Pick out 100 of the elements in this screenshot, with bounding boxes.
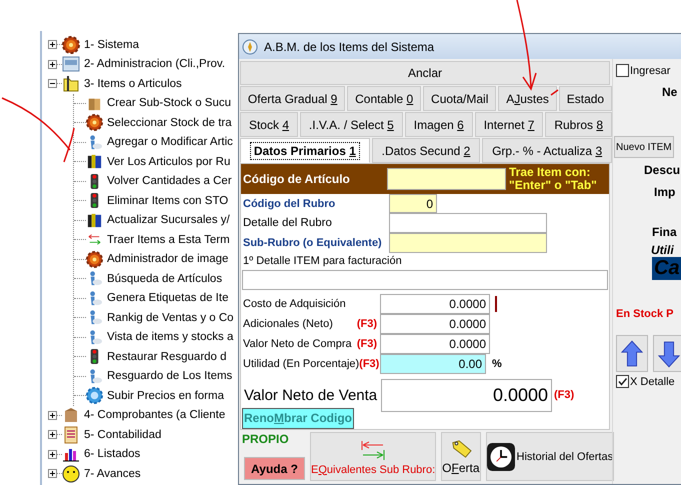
field-label: Descu [644,163,680,177]
expand-icon[interactable] [48,469,57,478]
field-label: Sub-Rubro (o Equivalente) [242,237,383,250]
field-label: Código de Artículo [242,172,351,186]
item-detail-field[interactable] [242,270,608,290]
tree-item[interactable]: Seleccionar Stock de tra [107,116,232,129]
offer-button[interactable]: OFerta [441,432,481,481]
tree-item[interactable]: Eliminar Items con STO [107,194,228,207]
shortcut-hint: (F3) [554,389,576,402]
tree-item[interactable]: 1- Sistema [84,38,139,51]
window-icon [62,55,80,74]
tree-item[interactable]: Volver Cantidades a Cer [107,175,232,188]
tab[interactable]: .Datos Secund 2 [372,138,480,163]
field-label: Costo de Adquisición [243,298,346,310]
collapse-icon[interactable] [48,79,57,88]
sub-rubro-field[interactable] [389,233,547,254]
field-label: Fina [652,225,677,239]
field-label: Adicionales (Neto) [243,318,333,330]
gear-icon [86,387,103,404]
field-label: Valor Neto de Compra [243,338,352,350]
shortcut-hint: (F3) [359,358,380,370]
field-label: Utilidad (En Porcentaje) [243,358,360,370]
tab[interactable]: Oferta Gradual 9 [240,86,346,111]
tab[interactable]: Cuota/Mail [423,86,496,111]
annotation-mark [550,89,558,96]
amount-field[interactable]: 0.0000 [380,314,490,334]
move-down-button[interactable] [653,335,681,372]
compass-icon [242,38,258,54]
checkbox[interactable] [616,64,629,77]
expand-icon[interactable] [48,40,57,50]
window-title: A.B.M. de los Items del Sistema [264,40,434,54]
tab[interactable]: Internet 7 [474,112,544,137]
sale-value-field[interactable]: 0.0000 [381,378,552,412]
folder-icon [62,74,80,93]
price-display: Ca [652,257,681,280]
tab[interactable]: Datos Primarios 1 [240,138,370,163]
expand-icon[interactable] [48,60,57,69]
clock-icon [486,442,515,470]
ledger-icon [62,426,80,444]
tree-item[interactable]: Rankig de Ventas y o Co [107,312,234,324]
expand-icon[interactable] [48,430,57,440]
tree-item[interactable]: Traer Items a Esta Term [107,234,230,246]
tab[interactable]: Grp.- % - Actualiza 3 [482,138,612,163]
field-label: Código del Rubro [242,198,336,210]
amount-field[interactable]: 0.00 [380,354,486,374]
tree-item[interactable]: Búsqueda de Artículos [107,272,222,285]
tree-item[interactable]: 5- Contabilidad [84,428,162,441]
offer-history-button[interactable]: Historial del Ofertas [486,432,614,481]
up-arrow-icon [621,340,643,368]
gear-icon [86,250,103,268]
field-label: Imp [654,185,676,199]
article-code-field[interactable] [387,168,506,190]
smiley-icon [62,464,80,483]
tree-item[interactable]: 4- Comprobantes (a Cliente [84,409,226,422]
help-button[interactable]: Ayuda ? [244,457,305,480]
tree-item[interactable]: Restaurar Resguardo d [107,350,227,363]
tab[interactable]: Contable 0 [347,86,422,111]
expand-icon[interactable] [48,410,57,420]
tree-item[interactable]: Agregar o Modificar Artic [107,136,233,148]
anchor-button[interactable]: Anclar [240,61,610,85]
tree-item[interactable]: 6- Listados [84,448,140,460]
field-label: Detalle del Rubro [242,217,333,230]
tree-item[interactable]: 3- Items o Articulos [84,78,182,90]
unit-label: % [492,358,502,370]
checkbox[interactable] [616,375,629,388]
rubro-detail-field[interactable] [389,213,547,234]
tree-item[interactable]: Resguardo de Los Items [107,370,232,382]
gear-icon [86,114,103,132]
hint-text: Trae Item con: "Enter" o "Tab" [509,166,597,192]
tab[interactable]: .I.V.A. / Select 5 [300,112,403,137]
new-item-button[interactable]: Nuevo ITEM [614,136,674,158]
shortcut-hint: (F3) [356,318,378,330]
amount-field[interactable]: 0.0000 [380,294,490,314]
tab[interactable]: Stock 4 [240,112,298,137]
tree-item[interactable]: Crear Sub-Stock o Sucu [107,97,232,110]
rubro-code-field[interactable]: 0 [389,194,437,214]
field-label: 1º Detalle ITEM para facturación [242,255,403,270]
package-icon [62,406,80,424]
tag-icon [450,438,472,458]
cursor-mark [495,296,497,312]
expand-icon[interactable] [48,450,57,459]
move-up-button[interactable] [616,335,648,372]
tree-item[interactable]: 2- Administracion (Cli.,Prov. [84,58,226,70]
stock-alert-text: En Stock P [616,308,674,320]
tree-item[interactable]: Vista de items y stocks a [107,331,234,344]
tree-item[interactable]: Genera Etiquetas de Ite [107,292,228,304]
books-icon [86,153,103,170]
tab[interactable]: Estado [558,86,612,111]
tree-item[interactable]: Ver Los Articulos por Ru [107,156,230,168]
tree-item[interactable]: Administrador de image [107,253,228,266]
tab[interactable]: AJustes [498,86,557,111]
tab[interactable]: Rubros 8 [545,112,612,137]
amount-field[interactable]: 0.0000 [380,334,490,354]
equivalents-button[interactable]: EQuivalentes Sub Rubro: [310,432,436,481]
tree-item[interactable]: Actualizar Sucursales y/ [107,214,230,226]
tree-item[interactable]: Subir Precios en forma [107,390,224,402]
tree-item[interactable]: 7- Avances [84,468,141,480]
checkbox-label: X Detalle [630,376,675,388]
down-arrow-icon [658,340,680,368]
tab[interactable]: Imagen 6 [404,112,473,137]
